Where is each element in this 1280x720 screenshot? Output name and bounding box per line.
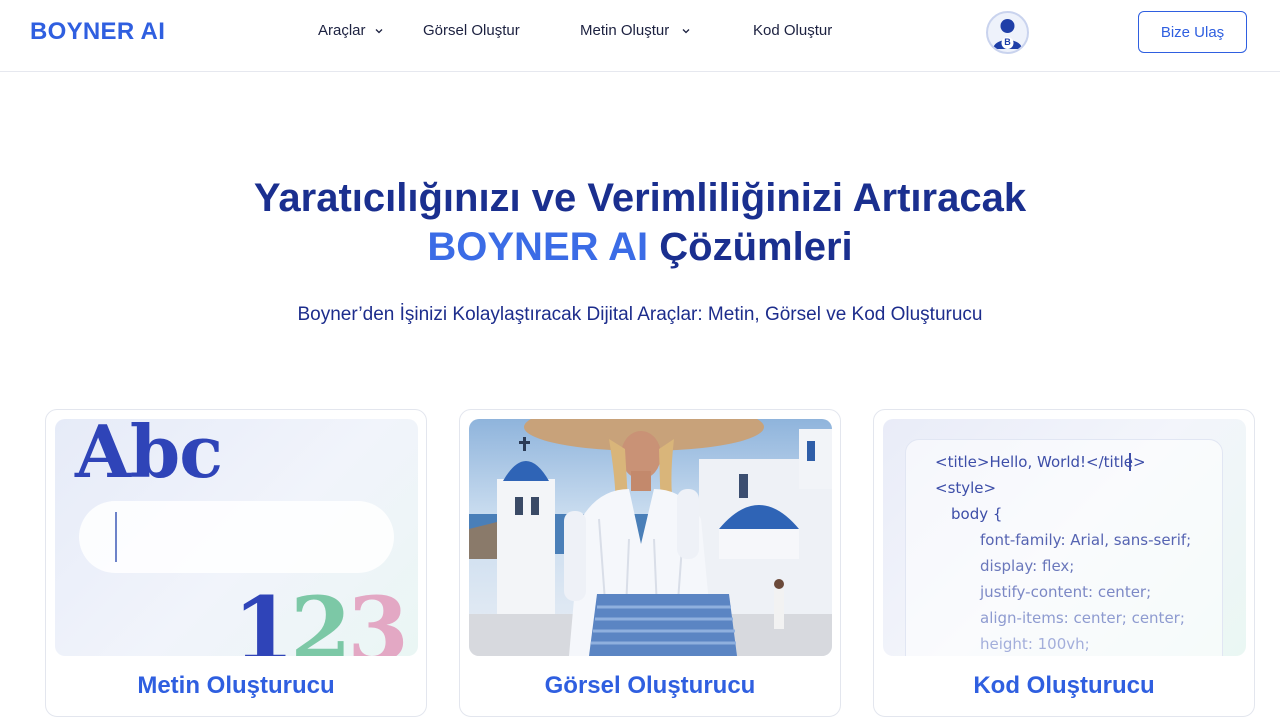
nav-item-araclar[interactable]: Araçlar (318, 22, 384, 39)
nav-item-label: Araçlar (318, 22, 366, 39)
text-cursor (115, 512, 117, 562)
santorini-woman-image (469, 419, 832, 656)
code-line: display: flex; (980, 557, 1075, 575)
hero-title-accent: BOYNER AI (427, 225, 649, 269)
nav-item-kod-olustur[interactable]: Kod Oluştur (753, 22, 832, 39)
code-line: body { (951, 505, 1003, 523)
card-title: Kod Oluşturucu (973, 672, 1155, 699)
chevron-down-icon (682, 28, 690, 33)
hero-title-rest: Çözümleri (659, 225, 853, 269)
user-avatar[interactable]: B (986, 11, 1029, 54)
card-metin-olusturucu[interactable]: Abc 123 Metin Oluşturucu (45, 409, 427, 717)
digit-two: 2 (290, 577, 351, 656)
digit-three: 3 (347, 577, 408, 656)
digits-illustration: 123 (233, 577, 409, 656)
hero-title-line2: BOYNER AI Çözümleri (0, 223, 1280, 272)
avatar-letter: B (1004, 37, 1011, 47)
card-kod-olusturucu[interactable]: <title>Hello, World!</title> <style> bod… (873, 409, 1255, 717)
code-line: <style> (935, 479, 997, 497)
card-gorsel-olusturucu[interactable]: Görsel Oluşturucu (459, 409, 841, 717)
text-generator-illustration: Abc 123 (55, 419, 418, 656)
code-line: font-family: Arial, sans-serif; (980, 531, 1192, 549)
card-title: Metin Oluşturucu (137, 672, 335, 699)
card-title: Görsel Oluşturucu (544, 672, 756, 699)
hero-subtitle: Boyner’den İşinizi Kolaylaştıracak Dijit… (297, 304, 983, 325)
hero-title-line1: Yaratıcılığınızı ve Verimliliğinizi Artı… (253, 176, 1027, 220)
contact-button[interactable]: Bize Ulaş (1138, 11, 1247, 53)
nav-item-metin-olustur[interactable]: Metin Oluştur (580, 22, 691, 39)
chevron-down-icon (375, 28, 382, 33)
top-nav-bar: BOYNER AI Araçlar Görsel Oluştur Metin O… (0, 0, 1280, 72)
nav-item-gorsel-olustur[interactable]: Görsel Oluştur (423, 22, 520, 39)
nav-item-label: Görsel Oluştur (423, 22, 520, 39)
code-cursor (1129, 453, 1131, 471)
hero-title: Yaratıcılığınızı ve Verimliliğinizi Artı… (0, 174, 1280, 272)
digit-one: 1 (233, 577, 294, 656)
brand-logo[interactable]: BOYNER AI (30, 18, 165, 46)
nav-item-label: Metin Oluştur (580, 22, 670, 39)
abc-letters: Abc (75, 419, 223, 494)
text-input-illustration (79, 501, 394, 573)
code-generator-illustration: <title>Hello, World!</title> <style> bod… (883, 419, 1246, 656)
code-line: <title>Hello, World!</title> (935, 453, 1146, 471)
nav-item-label: Kod Oluştur (753, 22, 833, 39)
code-line: align-items: center; center; (980, 609, 1185, 627)
image-generator-photo (469, 419, 832, 656)
code-line: height: 100vh; (980, 635, 1090, 653)
code-line: justify-content: center; (980, 583, 1152, 601)
